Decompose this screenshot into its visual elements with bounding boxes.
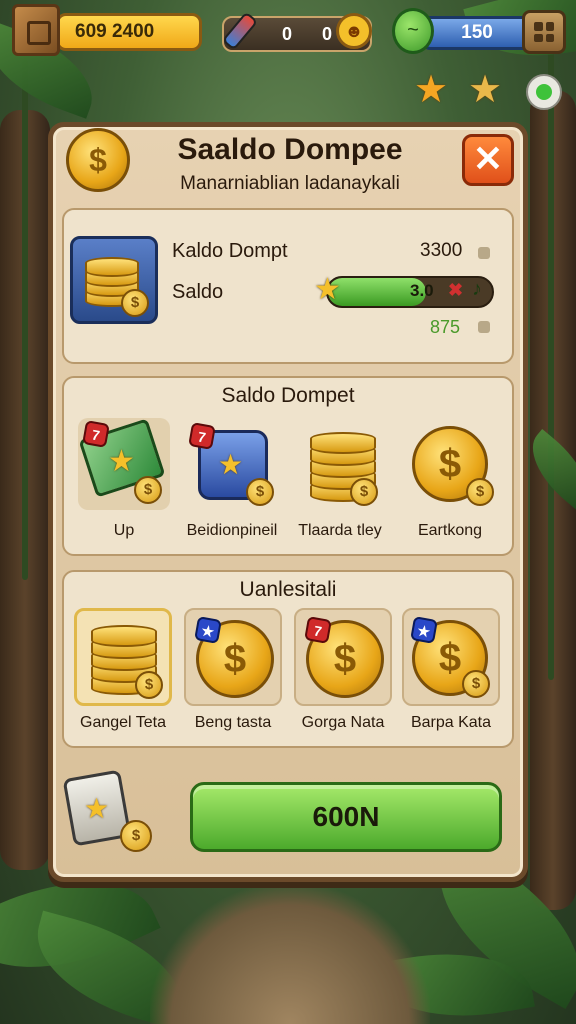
unlock-slot[interactable]: $ (74, 608, 172, 706)
wallet-value: 3300 (420, 240, 463, 261)
counter-b-value: 0 (322, 24, 333, 44)
treasure-jar-icon: ★ $ (62, 768, 152, 852)
gold-counter[interactable]: 609 2400 (56, 13, 202, 51)
gem-icon: ~ (392, 8, 434, 54)
item-label: Beidionpineil (186, 522, 278, 539)
item-label: Eartkong (417, 522, 483, 539)
dollar-coin-icon: $ (66, 128, 130, 192)
item-tile[interactable]: $ $ (410, 418, 502, 510)
dollar-coin-icon: $ (120, 820, 152, 852)
info-icon (478, 321, 490, 333)
unlock-slot[interactable]: $ 7 (294, 608, 392, 706)
star-icon: ★ (314, 273, 341, 306)
star-icon: ★ (468, 69, 503, 111)
info-icon (478, 247, 490, 259)
dollar-coin-icon: $ (135, 671, 163, 699)
coin-stack-icon (310, 432, 376, 454)
coin-stack-icon (91, 625, 157, 647)
close-button[interactable]: ✕ (462, 134, 514, 186)
item-tile[interactable]: $ (302, 418, 394, 510)
menu-button[interactable] (522, 10, 566, 54)
dollar-coin-icon: $ (134, 476, 162, 504)
rank-tag-icon: 7 (188, 422, 216, 450)
unlock-label: Beng tasta (194, 714, 272, 731)
top-hud: 609 2400 0 0 ☻ 150 ~ (0, 0, 576, 70)
rank-tag-icon: 7 (304, 616, 332, 644)
grid-icon (534, 22, 554, 42)
potion-icon (221, 10, 259, 51)
gem-counter[interactable]: 150 (422, 16, 532, 50)
dollar-coin-icon: $ (462, 670, 490, 698)
close-icon: ✕ (472, 138, 504, 179)
item-tile[interactable]: ★ $ 7 (188, 418, 280, 510)
progress-text: 3.0 (410, 281, 434, 300)
status-toggle-button[interactable] (526, 74, 562, 110)
star-icon: ★ (218, 449, 244, 480)
confirm-button[interactable]: 600N (190, 782, 502, 852)
items-section-title: Saldo Dompet (221, 384, 355, 407)
item-label: Up (113, 522, 135, 539)
item-tile[interactable]: ★ $ 7 (78, 418, 170, 510)
wallet-label: Kaldo Dompt (172, 240, 288, 262)
dialog-title: Saaldo Dompee (177, 133, 403, 166)
music-note-icon[interactable]: ♪ (472, 278, 482, 301)
counter-a-value: 0 (282, 24, 293, 44)
unlock-label: Gorga Nata (301, 714, 385, 731)
unlocks-section-title: Uanlesitali (239, 578, 337, 601)
rank-tag-icon: ★ (194, 616, 222, 644)
star-icon: ★ (414, 69, 449, 111)
dialog-subtitle: Manarniablian ladanaykali (180, 173, 400, 194)
dollar-coin-icon: $ (246, 478, 274, 506)
saldo-label: Saldo (172, 281, 224, 303)
unlock-label: Barpa Kata (410, 714, 492, 731)
star-icon: ★ (84, 793, 110, 824)
smile-badge-icon[interactable]: ☻ (336, 13, 372, 49)
unlock-slot[interactable]: $ $ ★ (402, 608, 500, 706)
item-label: Tlaarda tley (298, 522, 382, 539)
star-icon: ★ (108, 445, 135, 478)
dollar-coin-icon: $ (350, 478, 378, 506)
green-value: 875 (430, 317, 461, 337)
rank-tag-icon: ★ (410, 616, 438, 644)
crate-icon[interactable] (12, 4, 60, 56)
rank-tag-icon: 7 (82, 420, 110, 448)
unlock-slot[interactable]: $ ★ (184, 608, 282, 706)
coin-stack-icon: $ (70, 236, 158, 324)
dollar-coin-icon: $ (466, 478, 494, 506)
mute-icon[interactable]: ✖ (448, 280, 463, 301)
unlock-label: Gangel Teta (80, 714, 166, 731)
